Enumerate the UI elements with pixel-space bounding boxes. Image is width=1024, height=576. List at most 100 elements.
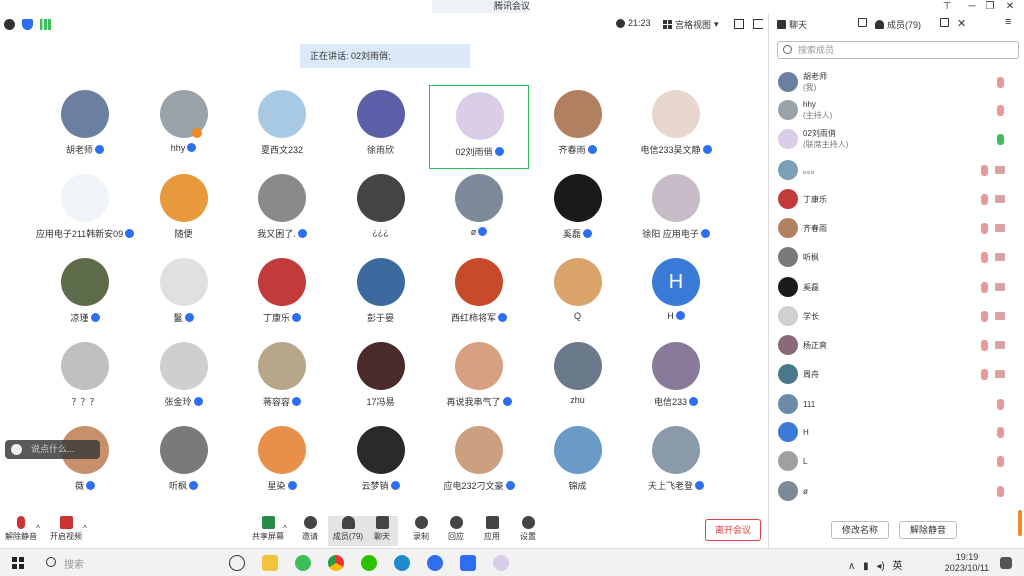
settings-button[interactable]: 设置 — [508, 516, 548, 546]
participant-tile[interactable]: ？？？ — [35, 336, 135, 420]
chat-button[interactable]: 聊天 — [366, 516, 398, 546]
participant-tile[interactable]: 徐阳 应用电子 — [626, 168, 726, 252]
participant-tile[interactable]: 夏西文232 — [232, 84, 332, 168]
avatar-app-icon[interactable] — [493, 555, 509, 571]
participant-tile[interactable]: 应用电子211韩新安09 — [35, 168, 135, 252]
popout-chat-icon[interactable] — [858, 18, 867, 27]
member-row[interactable]: 111 — [769, 390, 1024, 419]
mic-off-icon[interactable] — [981, 252, 988, 263]
member-search-input[interactable]: 搜索成员 — [777, 41, 1019, 59]
quick-chat-input[interactable]: 说点什么... — [5, 440, 100, 459]
member-row[interactable]: 02刘雨俏 (联席主持人) — [769, 125, 1024, 154]
ime-indicator[interactable]: 英 — [893, 561, 903, 572]
camera-off-icon[interactable] — [995, 166, 1005, 174]
participant-tile[interactable]: Q — [528, 252, 628, 336]
widgets-icon[interactable] — [229, 555, 245, 571]
mic-off-icon[interactable] — [997, 77, 1004, 88]
participant-tile[interactable]: 电信233 — [626, 336, 726, 420]
tencent-meeting-icon[interactable] — [460, 555, 476, 571]
mic-off-icon[interactable] — [981, 369, 988, 380]
camera-off-icon[interactable] — [995, 312, 1005, 320]
camera-off-icon[interactable] — [995, 370, 1005, 378]
member-row[interactable]: 学长 — [769, 302, 1024, 331]
minimize-button[interactable]: ─ — [962, 0, 982, 13]
participant-tile[interactable]: 星染 — [232, 420, 332, 504]
member-row[interactable]: hhy (主持人) — [769, 96, 1024, 125]
member-row[interactable]: 杨正爽 — [769, 331, 1024, 360]
member-row[interactable]: 胡老师 (我) — [769, 68, 1024, 97]
participant-tile[interactable]: 丁康乐 — [232, 252, 332, 336]
member-row[interactable]: 周舟 — [769, 360, 1024, 389]
camera-off-icon[interactable] — [995, 341, 1005, 349]
mic-off-icon[interactable] — [981, 340, 988, 351]
taskbar-clock[interactable]: 19:19 2023/10/11 — [942, 552, 992, 574]
member-row[interactable]: L — [769, 447, 1024, 476]
participant-tile[interactable]: 张金玲 — [134, 336, 234, 420]
notification-icon[interactable] — [1000, 557, 1012, 569]
participant-tile[interactable]: ¿¿¿ — [331, 168, 431, 252]
participant-tile[interactable]: 齐春雨 — [528, 84, 628, 168]
mic-off-icon[interactable] — [981, 165, 988, 176]
edge-icon[interactable] — [394, 555, 410, 571]
participant-tile[interactable]: 电信233吴文静 — [626, 84, 726, 168]
participant-tile[interactable]: hhy — [134, 84, 234, 168]
camera-off-icon[interactable] — [995, 253, 1005, 261]
panel-scrollbar[interactable] — [1018, 510, 1022, 536]
participant-tile[interactable]: 听枫 — [134, 420, 234, 504]
mic-off-icon[interactable] — [981, 282, 988, 293]
invite-button[interactable]: 邀请 — [290, 516, 330, 546]
camera-off-icon[interactable] — [995, 224, 1005, 232]
wechat-icon[interactable] — [361, 555, 377, 571]
close-panel-icon[interactable]: ✕ — [957, 17, 966, 30]
react-button[interactable]: 回应 — [436, 516, 476, 546]
tab-chat[interactable]: 聊天 — [777, 18, 807, 31]
participant-tile[interactable]: 奚磊 — [528, 168, 628, 252]
taskbar-search[interactable]: 搜索 — [46, 556, 84, 571]
fullscreen-icon[interactable] — [734, 19, 744, 29]
participant-tile[interactable]: 云梦销 — [331, 420, 431, 504]
participant-tile[interactable]: 薇 — [35, 420, 135, 504]
member-row[interactable]: H — [769, 418, 1024, 447]
sidebar-toggle-icon[interactable] — [753, 19, 763, 29]
member-row[interactable]: 听枫 — [769, 243, 1024, 272]
participant-tile[interactable]: 02刘雨俏 — [428, 85, 529, 169]
mic-off-icon[interactable] — [997, 427, 1004, 438]
mic-off-icon[interactable] — [997, 486, 1004, 497]
participant-tile[interactable]: 徐雨欣 — [331, 84, 431, 168]
emoji-icon[interactable] — [11, 444, 22, 455]
unmute-all-button[interactable]: 解除静音 — [899, 521, 957, 539]
system-tray[interactable]: ∧ ▮ ◂) 英 — [848, 557, 903, 572]
participant-tile[interactable]: ø — [429, 168, 529, 252]
mic-off-icon[interactable] — [997, 399, 1004, 410]
close-window-button[interactable]: ✕ — [1000, 0, 1020, 13]
signal-icon[interactable] — [40, 19, 51, 30]
member-row[interactable]: 。。。 — [769, 156, 1024, 185]
record-button[interactable]: 录制 — [401, 516, 441, 546]
mic-off-icon[interactable] — [981, 223, 988, 234]
menu-icon[interactable]: ≡ — [1005, 16, 1011, 28]
mic-on-icon[interactable] — [997, 134, 1004, 145]
participant-tile[interactable]: HH — [626, 252, 726, 336]
camera-off-icon[interactable] — [995, 283, 1005, 291]
participant-tile[interactable]: 随便 — [134, 168, 234, 252]
participant-tile[interactable]: 天上飞老登 — [626, 420, 726, 504]
participant-tile[interactable]: 胡老师 — [35, 84, 135, 168]
tab-members[interactable]: 成员(79) — [875, 18, 921, 31]
camera-off-icon[interactable] — [995, 195, 1005, 203]
member-row[interactable]: 奚磊 — [769, 273, 1024, 302]
participant-tile[interactable]: zhu — [528, 336, 628, 420]
windows-start-icon[interactable] — [12, 557, 24, 569]
pin-icon[interactable]: ⊤ — [937, 0, 957, 13]
shield-icon[interactable] — [22, 19, 33, 30]
file-explorer-icon[interactable] — [262, 555, 278, 571]
participant-tile[interactable]: 蒋容容 — [232, 336, 332, 420]
participant-tile[interactable]: 17冯易 — [331, 336, 431, 420]
member-row[interactable]: ø — [769, 477, 1024, 506]
participant-tile[interactable]: 再说我串气了 — [429, 336, 529, 420]
mic-off-icon[interactable] — [981, 311, 988, 322]
participant-tile[interactable]: 锦成 — [528, 420, 628, 504]
participant-tile[interactable]: 我又困了. — [232, 168, 332, 252]
rename-button[interactable]: 修改名称 — [831, 521, 889, 539]
apps-button[interactable]: 应用 — [472, 516, 512, 546]
mic-off-icon[interactable] — [981, 194, 988, 205]
